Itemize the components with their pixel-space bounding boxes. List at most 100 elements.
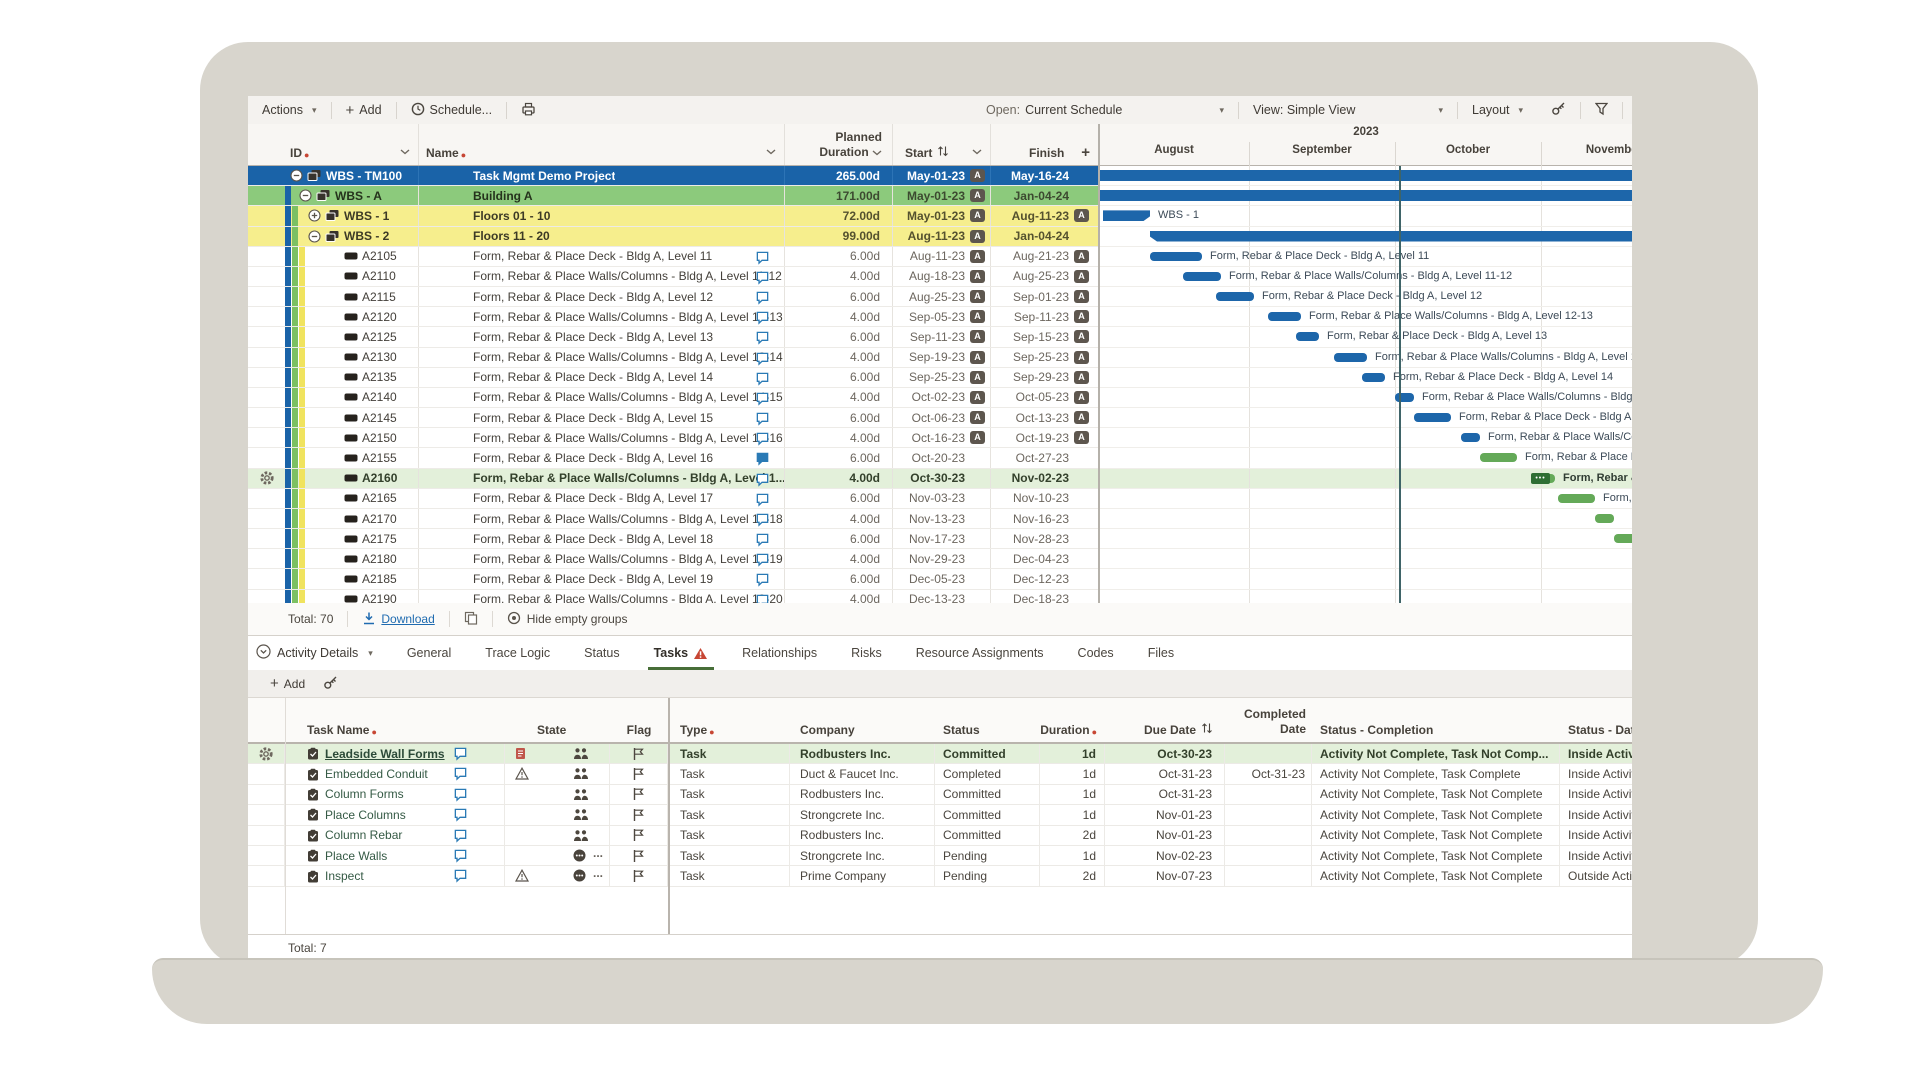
hierarchy-strip[interactable]	[292, 428, 298, 447]
column-header-status-date[interactable]: Status - Dat	[1560, 698, 1632, 742]
hierarchy-strip[interactable]	[292, 509, 298, 528]
hide-empty-groups-toggle[interactable]: Hide empty groups	[507, 611, 628, 628]
gantt-task-bar[interactable]	[1216, 292, 1254, 301]
crew-icon[interactable]	[573, 788, 589, 801]
flag-icon[interactable]	[632, 767, 645, 781]
schedule-button[interactable]: Schedule...	[397, 96, 507, 124]
comment-icon[interactable]	[755, 330, 770, 345]
gantt-task-bar[interactable]	[1480, 453, 1517, 462]
hierarchy-strip[interactable]	[285, 206, 291, 225]
grid-row-A2160[interactable]: A2160Form, Rebar & Place Walls/Columns -…	[248, 469, 1098, 489]
comment-icon[interactable]	[755, 411, 770, 426]
gantt-task-bar[interactable]	[1183, 272, 1221, 281]
hierarchy-strip[interactable]	[285, 448, 291, 467]
comment-icon[interactable]	[755, 472, 770, 487]
hierarchy-strip[interactable]	[285, 569, 291, 588]
grid-row-WBS-2[interactable]: WBS - 2Floors 11 - 2099.00dAug-11-23AJan…	[248, 227, 1098, 247]
grid-row-A2180[interactable]: A2180Form, Rebar & Place Walls/Columns -…	[248, 549, 1098, 569]
crew-icon[interactable]	[573, 808, 589, 821]
add-column-icon[interactable]: +	[1081, 145, 1090, 160]
gear-icon[interactable]	[258, 746, 274, 762]
hierarchy-strip[interactable]	[285, 307, 291, 326]
hierarchy-strip[interactable]	[285, 489, 291, 508]
column-header-planned-duration[interactable]: PlannedDuration	[785, 124, 893, 165]
warning-icon[interactable]	[515, 767, 529, 780]
gantt-task-bar[interactable]	[1334, 353, 1367, 362]
task-add-button[interactable]: +Add	[270, 676, 305, 691]
hierarchy-strip[interactable]	[285, 549, 291, 568]
gantt-task-bar[interactable]	[1614, 534, 1632, 543]
gantt-task-bar[interactable]	[1362, 373, 1385, 382]
comment-icon[interactable]	[755, 391, 770, 406]
task-row-place-columns[interactable]: Place ColumnsTaskStrongcrete Inc.Committ…	[248, 805, 1632, 825]
alert-doc-icon[interactable]	[515, 747, 526, 760]
tab-tasks[interactable]: Tasks	[650, 636, 713, 670]
gantt-summary-bar[interactable]	[1100, 190, 1632, 201]
grid-row-A2135[interactable]: A2135Form, Rebar & Place Deck - Bldg A, …	[248, 368, 1098, 388]
grid-row-A2130[interactable]: A2130Form, Rebar & Place Walls/Columns -…	[248, 348, 1098, 368]
grid-row-A2190[interactable]: A2190Form, Rebar & Place Walls/Columns -…	[248, 590, 1098, 603]
column-header-type[interactable]: Type●	[668, 698, 790, 742]
task-row-column-rebar[interactable]: Column RebarTaskRodbusters Inc.Committed…	[248, 826, 1632, 846]
grid-row-A2115[interactable]: A2115Form, Rebar & Place Deck - Bldg A, …	[248, 287, 1098, 307]
hierarchy-strip[interactable]	[299, 489, 305, 508]
more-status-icon[interactable]	[573, 869, 586, 882]
comment-icon[interactable]	[453, 807, 468, 822]
comment-icon[interactable]	[755, 593, 770, 603]
gantt-task-bar[interactable]	[1395, 393, 1414, 402]
comment-icon[interactable]	[453, 766, 468, 781]
tab-risks[interactable]: Risks	[847, 636, 886, 670]
expand-icon[interactable]	[308, 209, 321, 222]
copy-icon[interactable]	[464, 611, 478, 628]
column-header-flag[interactable]: Flag	[610, 698, 668, 742]
hierarchy-strip[interactable]	[299, 368, 305, 387]
flag-icon[interactable]	[632, 869, 645, 883]
flag-icon[interactable]	[632, 849, 645, 863]
gantt-summary-bar[interactable]	[1100, 170, 1632, 181]
gantt-task-bar[interactable]	[1150, 252, 1202, 261]
comment-icon[interactable]	[755, 351, 770, 366]
gantt-task-bar[interactable]	[1296, 332, 1319, 341]
comment-icon[interactable]	[755, 250, 770, 265]
tab-trace-logic[interactable]: Trace Logic	[481, 636, 554, 670]
column-header-finish[interactable]: Finish+	[991, 124, 1098, 165]
task-row-place-walls[interactable]: Place Walls...TaskStrongcrete Inc.Pendin…	[248, 846, 1632, 866]
hierarchy-strip[interactable]	[292, 327, 298, 346]
gantt-task-bar[interactable]	[1268, 312, 1301, 321]
column-header-company[interactable]: Company	[790, 698, 935, 742]
hierarchy-strip[interactable]	[299, 569, 305, 588]
hierarchy-strip[interactable]	[285, 428, 291, 447]
chevron-down-icon[interactable]	[972, 144, 982, 158]
grid-row-A2105[interactable]: A2105Form, Rebar & Place Deck - Bldg A, …	[248, 247, 1098, 267]
gear-icon[interactable]	[259, 470, 275, 486]
flag-icon[interactable]	[632, 787, 645, 801]
comment-icon[interactable]	[755, 572, 770, 587]
comment-icon[interactable]	[755, 310, 770, 325]
grid-row-A2175[interactable]: A2175Form, Rebar & Place Deck - Bldg A, …	[248, 529, 1098, 549]
hierarchy-strip[interactable]	[285, 509, 291, 528]
hierarchy-strip[interactable]	[299, 267, 305, 286]
gantt-task-bar[interactable]	[1414, 413, 1451, 422]
task-row-embedded-conduit[interactable]: Embedded ConduitTaskDuct & Faucet Inc.Co…	[248, 764, 1632, 784]
hierarchy-strip[interactable]	[299, 590, 305, 603]
column-header-start[interactable]: Start	[893, 124, 991, 165]
task-row-inspect[interactable]: Inspect...TaskPrime CompanyPending2dNov-…	[248, 866, 1632, 886]
grid-row-A2145[interactable]: A2145Form, Rebar & Place Deck - Bldg A, …	[248, 408, 1098, 428]
comment-icon[interactable]	[453, 746, 468, 761]
crew-icon[interactable]	[573, 747, 589, 760]
tab-files[interactable]: Files	[1144, 636, 1178, 670]
grid-row-A2155[interactable]: A2155Form, Rebar & Place Deck - Bldg A, …	[248, 448, 1098, 468]
comment-icon[interactable]	[453, 868, 468, 883]
hierarchy-strip[interactable]	[285, 247, 291, 266]
hierarchy-strip[interactable]	[292, 448, 298, 467]
tab-resource-assignments[interactable]: Resource Assignments	[912, 636, 1048, 670]
collapse-icon[interactable]	[290, 169, 303, 182]
hierarchy-strip[interactable]	[299, 247, 305, 266]
tab-relationships[interactable]: Relationships	[738, 636, 821, 670]
comment-icon[interactable]	[755, 451, 770, 466]
column-header-task-name[interactable]: Task Name●	[285, 698, 505, 742]
collapse-icon[interactable]	[308, 230, 321, 243]
hierarchy-strip[interactable]	[292, 569, 298, 588]
crew-icon[interactable]	[573, 829, 589, 842]
hierarchy-strip[interactable]	[285, 590, 291, 603]
